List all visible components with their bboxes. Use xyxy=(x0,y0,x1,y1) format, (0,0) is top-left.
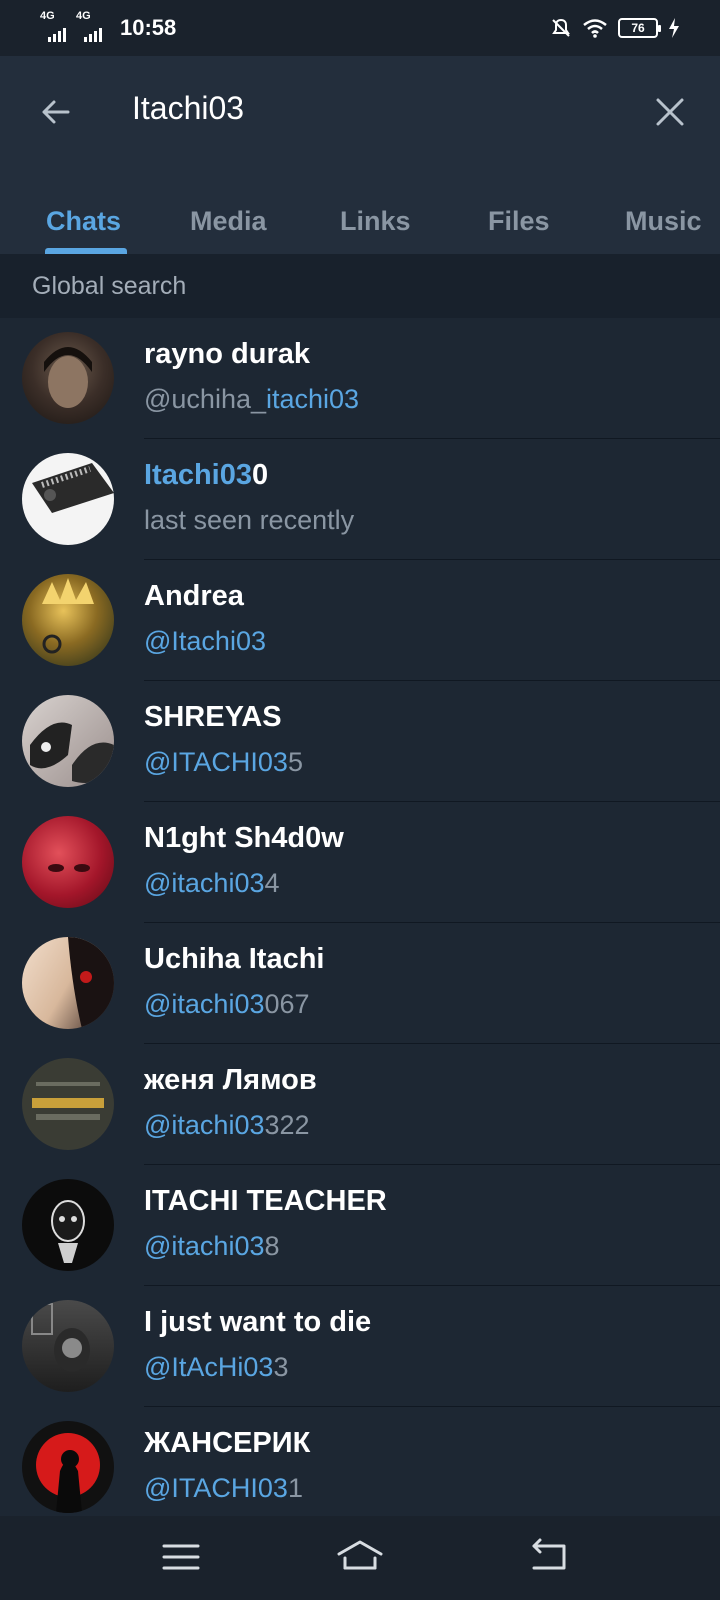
chat-username: @ITACHI031 xyxy=(144,1473,303,1503)
charging-icon xyxy=(669,18,679,38)
chat-name: ITACHI TEACHER xyxy=(144,1185,387,1217)
signal-bars-icon xyxy=(84,28,102,42)
status-bar: 4G 4G 10:58 76 xyxy=(0,0,720,56)
chat-name: Andrea xyxy=(144,580,244,612)
chat-name: Uchiha Itachi xyxy=(144,943,325,975)
list-item[interactable]: женя Лямов @itachi03322 xyxy=(0,1044,720,1165)
back-icon[interactable] xyxy=(524,1534,574,1580)
chat-username: @itachi03322 xyxy=(144,1110,310,1140)
avatar xyxy=(22,1421,114,1513)
chat-username: @itachi034 xyxy=(144,868,280,898)
signal-2: 4G xyxy=(76,10,102,42)
chat-name: SHREYAS xyxy=(144,701,282,733)
mute-icon xyxy=(552,18,570,37)
tab-links[interactable]: Links xyxy=(340,206,411,237)
clock: 10:58 xyxy=(120,15,177,40)
chat-username: @uchiha_itachi03 xyxy=(144,384,360,414)
battery-icon: 76 xyxy=(618,18,661,38)
chat-username: @ITACHI035 xyxy=(144,747,303,777)
menu-icon[interactable] xyxy=(156,1534,206,1580)
chat-username: @itachi038 xyxy=(144,1231,280,1261)
signal-bars-icon xyxy=(48,28,66,42)
chat-name: женя Лямов xyxy=(144,1064,317,1096)
list-item[interactable]: Andrea @Itachi03 xyxy=(0,560,720,681)
list-item[interactable]: Uchiha Itachi @itachi03067 xyxy=(0,923,720,1044)
search-header: Itachi03 Chats Media Links Files Music xyxy=(0,56,720,254)
search-input[interactable]: Itachi03 xyxy=(132,90,244,127)
avatar xyxy=(22,574,114,666)
list-item[interactable]: ITACHI TEACHER @itachi038 xyxy=(0,1165,720,1286)
home-icon[interactable] xyxy=(335,1534,385,1580)
avatar xyxy=(22,937,114,1029)
list-item[interactable]: N1ght Sh4d0w @itachi034 xyxy=(0,802,720,923)
system-navigation-bar xyxy=(0,1516,720,1600)
avatar xyxy=(22,695,114,787)
chat-name: N1ght Sh4d0w xyxy=(144,822,344,854)
avatar xyxy=(22,1058,114,1150)
chat-username: @itachi03067 xyxy=(144,989,310,1019)
chat-username: @ItAcHi033 xyxy=(144,1352,289,1382)
chat-username: @Itachi03 xyxy=(144,626,266,656)
tab-media[interactable]: Media xyxy=(190,206,267,237)
avatar xyxy=(22,1179,114,1271)
tab-chats[interactable]: Chats xyxy=(46,206,121,237)
avatar xyxy=(22,453,114,545)
chat-status: last seen recently xyxy=(144,505,355,535)
chat-name: Itachi030 xyxy=(144,459,269,491)
battery-level: 76 xyxy=(631,21,645,35)
network-type-1: 4G xyxy=(40,10,55,22)
avatar xyxy=(22,1300,114,1392)
chat-name: I just want to die xyxy=(144,1306,372,1338)
arrow-left-icon[interactable] xyxy=(36,92,76,132)
results-list: rayno durak @uchiha_itachi03 Itachi030 l… xyxy=(0,318,720,1528)
chat-name: rayno durak xyxy=(144,338,310,370)
wifi-icon xyxy=(583,19,607,38)
tab-files[interactable]: Files xyxy=(488,206,550,237)
network-type-2: 4G xyxy=(76,10,91,22)
list-item[interactable]: SHREYAS @ITACHI035 xyxy=(0,681,720,802)
list-item[interactable]: rayno durak @uchiha_itachi03 xyxy=(0,318,720,439)
list-item[interactable]: ЖАНСЕРИК @ITACHI031 xyxy=(0,1407,720,1528)
list-item[interactable]: I just want to die @ItAcHi033 xyxy=(0,1286,720,1407)
avatar xyxy=(22,816,114,908)
signal-1: 4G xyxy=(40,10,66,42)
section-title: Global search xyxy=(32,272,187,300)
avatar xyxy=(22,332,114,424)
tab-music[interactable]: Music xyxy=(625,206,702,237)
list-item[interactable]: Itachi030 last seen recently xyxy=(0,439,720,560)
close-icon[interactable] xyxy=(650,92,690,132)
global-search-header: Global search xyxy=(0,254,720,318)
chat-name: ЖАНСЕРИК xyxy=(144,1427,311,1459)
tab-bar: Chats Media Links Files Music xyxy=(0,184,720,254)
